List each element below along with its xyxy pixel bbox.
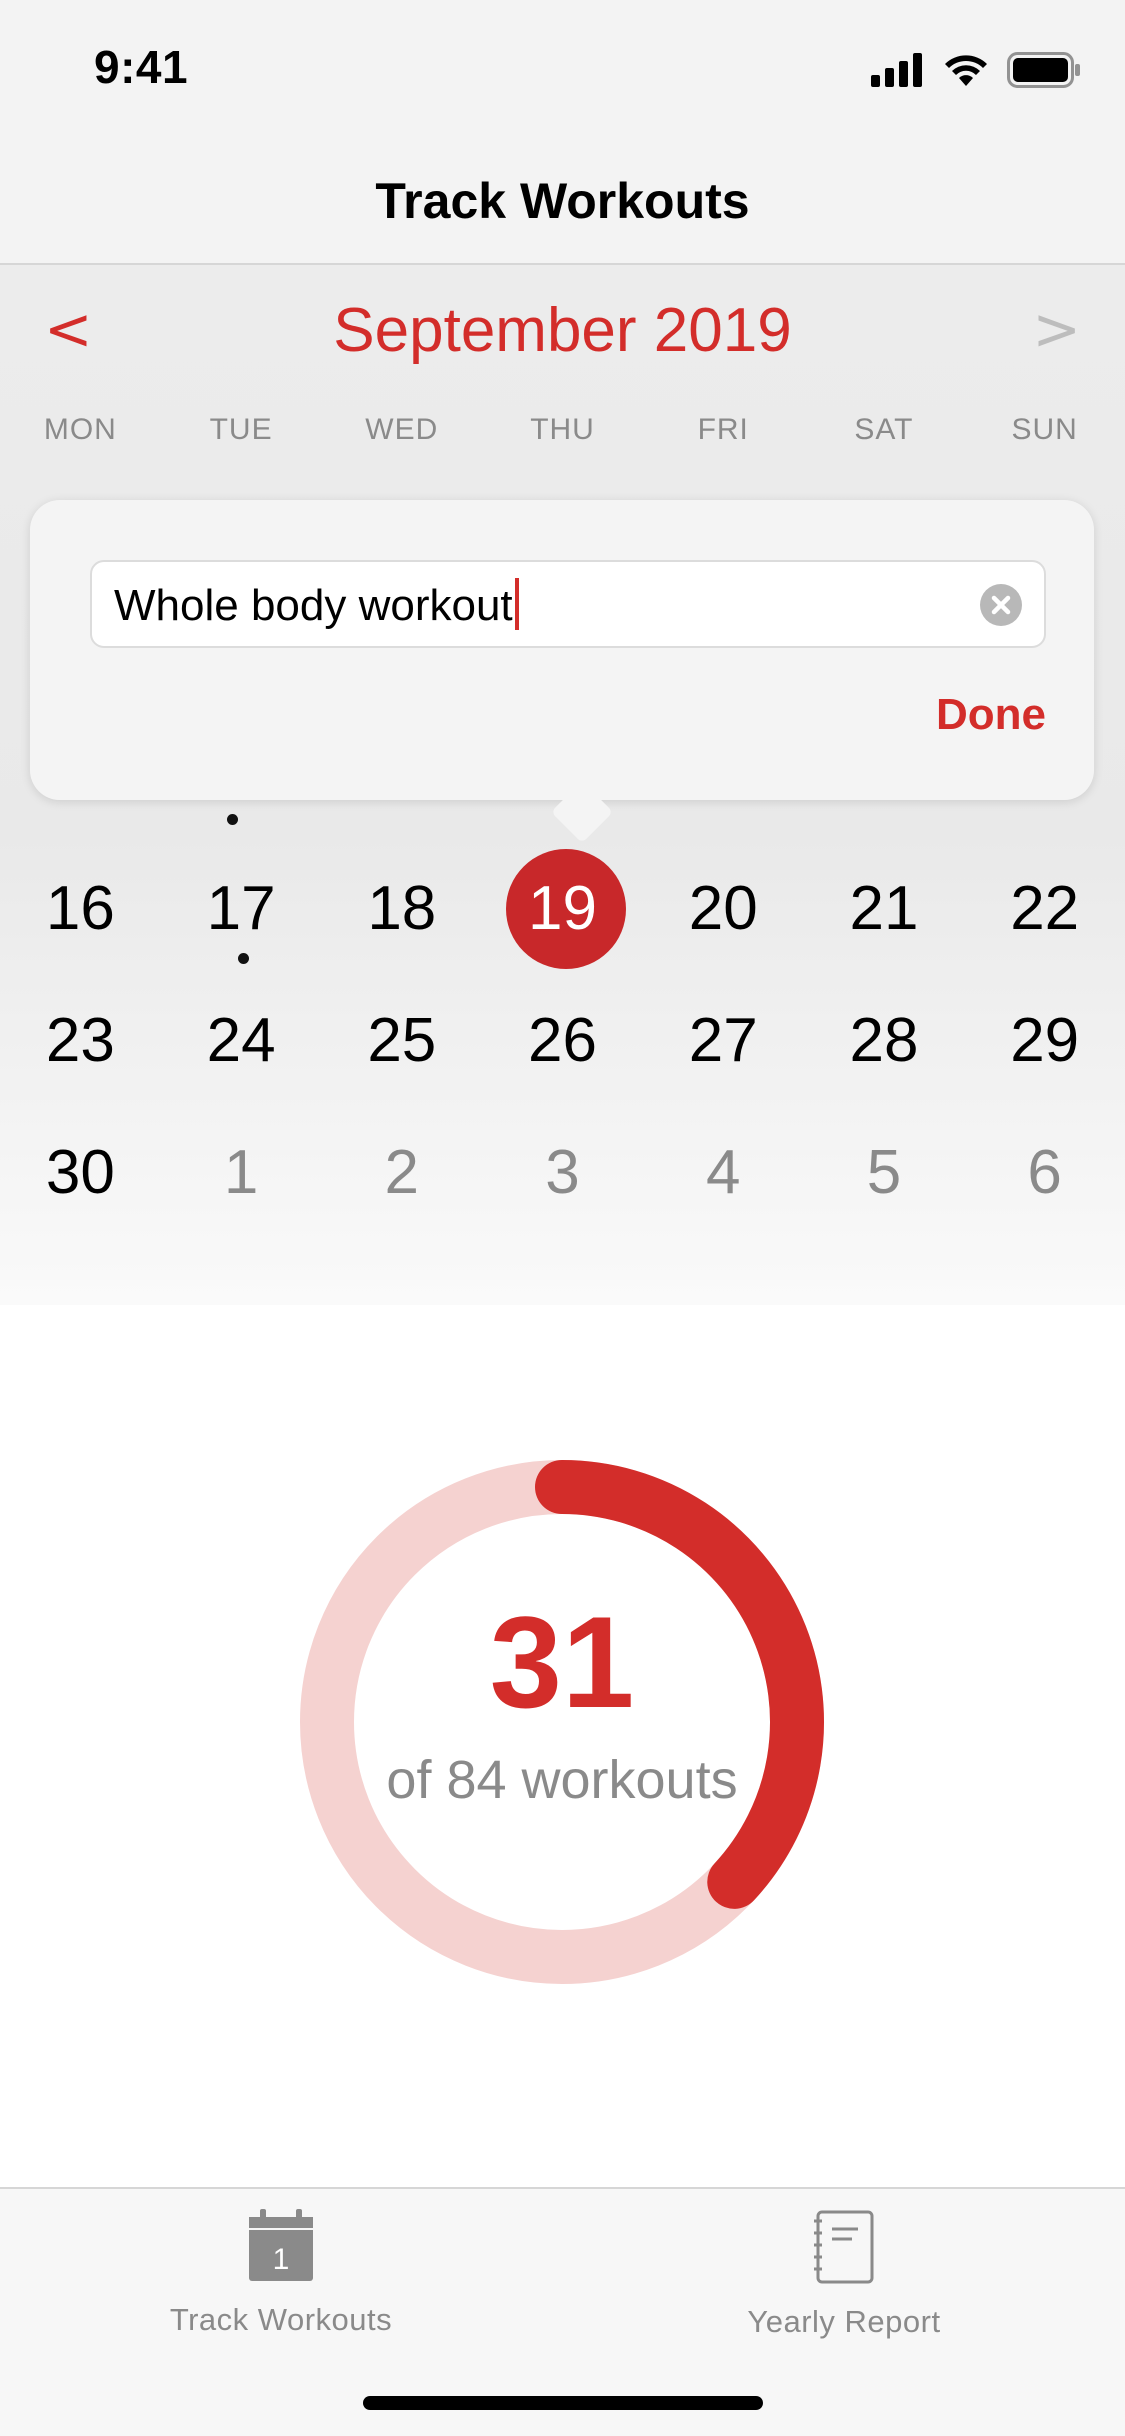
calendar-week-row: 23 24 25 26 27 28 29 [0, 971, 1125, 1103]
next-month-button[interactable]: > [1032, 295, 1081, 363]
done-button[interactable]: Done [936, 690, 1046, 740]
tab-track-workouts[interactable]: 1 Track Workouts [81, 2209, 481, 2338]
tab-yearly-report[interactable]: Yearly Report [644, 2209, 1044, 2340]
notebook-icon [814, 2210, 874, 2284]
calendar-day-next-month[interactable]: 3 [482, 1103, 643, 1235]
workout-name-input[interactable]: Whole body workout [90, 560, 1046, 648]
calendar-day-next-month[interactable]: 2 [321, 1103, 482, 1235]
clear-text-icon[interactable] [980, 584, 1022, 626]
navigation-bar: Track Workouts [0, 132, 1125, 265]
calendar-day[interactable]: 23 [0, 971, 161, 1103]
workout-note-popover: Whole body workout Done [30, 500, 1094, 844]
workout-name-value: Whole body workout [114, 578, 519, 634]
weekday-wed: WED [365, 413, 439, 446]
text-cursor [514, 578, 519, 631]
calendar-header: < September 2019 > [0, 265, 1125, 395]
battery-icon [1007, 52, 1080, 88]
weekday-fri: FRI [697, 413, 749, 446]
workouts-total-label: of 84 workouts [386, 1750, 738, 1810]
cellular-signal-icon [871, 53, 922, 87]
weekday-header: MON TUE WED THU FRI SAT SUN [0, 413, 1125, 447]
tab-bar: 1 Track Workouts Yearly Report [0, 2187, 1125, 2436]
calendar-day[interactable]: 24 [161, 971, 322, 1103]
calendar-day[interactable]: 30 [0, 1103, 161, 1235]
weekday-tue: TUE [209, 413, 273, 446]
status-icons [871, 50, 1081, 90]
weekday-sun: SUN [1011, 413, 1078, 446]
calendar-day[interactable]: 28 [804, 971, 965, 1103]
calendar-day[interactable]: 16 [0, 839, 161, 971]
weekday-mon: MON [43, 413, 117, 446]
close-icon [991, 595, 1011, 615]
calendar-day[interactable]: 22 [964, 839, 1125, 971]
tab-label: Yearly Report [747, 2304, 941, 2339]
home-indicator [363, 2396, 763, 2410]
calendar-day[interactable]: 20 [643, 839, 804, 971]
calendar-day-next-month[interactable]: 4 [643, 1103, 804, 1235]
month-title: September 2019 [333, 296, 792, 365]
workout-marker-dot [227, 814, 238, 825]
calendar-day[interactable]: 17 [161, 839, 322, 971]
weekday-sat: SAT [854, 413, 914, 446]
tab-label: Track Workouts [169, 2302, 393, 2337]
calendar-day[interactable]: 18 [321, 839, 482, 971]
calendar-day[interactable]: 25 [321, 971, 482, 1103]
calendar-day-selected[interactable]: 19 [482, 839, 643, 971]
status-time: 9:41 [94, 41, 189, 93]
calendar-day-next-month[interactable]: 5 [804, 1103, 965, 1235]
calendar-day[interactable]: 27 [643, 971, 804, 1103]
calendar-week-row: 16 17 18 19 20 21 22 [0, 839, 1125, 971]
workouts-completed-count: 31 [489, 1589, 635, 1735]
calendar-day-next-month[interactable]: 1 [161, 1103, 322, 1235]
calendar-day[interactable]: 26 [482, 971, 643, 1103]
weekday-thu: THU [530, 413, 595, 446]
workout-progress-ring: 31 of 84 workouts [299, 1459, 825, 1985]
workout-marker-dot [237, 953, 249, 964]
page-title: Track Workouts [375, 173, 750, 229]
calendar-day[interactable]: 29 [964, 971, 1125, 1103]
calendar-icon: 1 [249, 2209, 313, 2281]
wifi-icon [945, 55, 987, 86]
calendar-day-next-month[interactable]: 6 [964, 1103, 1125, 1235]
calendar-week-row: 30 1 2 3 4 5 6 [0, 1103, 1125, 1235]
calendar-icon-number: 1 [273, 2243, 290, 2276]
calendar-day[interactable]: 21 [804, 839, 965, 971]
status-bar: 9:41 [0, 0, 1125, 132]
